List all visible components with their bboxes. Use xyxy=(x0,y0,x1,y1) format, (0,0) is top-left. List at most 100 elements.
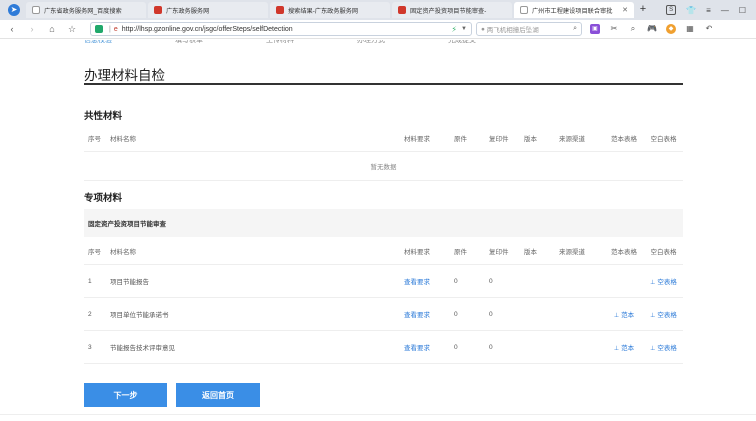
tab-label: 广州市工程建设项目联合审批 xyxy=(532,7,613,15)
tab-label: 固定资产投资项目节能审查- xyxy=(410,7,487,15)
page-favicon-icon xyxy=(520,6,528,14)
col-original: 原件 xyxy=(454,248,467,256)
view-requirement-link[interactable]: 查看要求 xyxy=(404,276,454,286)
row-no: 3 xyxy=(88,343,92,351)
table-header: 序号 材料名称 材料要求 原件 复印件 版本 来源渠道 范本表格 空白表格 xyxy=(84,237,683,265)
shield-badge-icon[interactable]: ◆ xyxy=(666,24,676,34)
step-5: 完成提交 xyxy=(448,40,476,44)
col-no: 序号 xyxy=(88,248,101,256)
row-name: 节能报告技术评审意见 xyxy=(110,345,175,352)
col-blank: 空白表格 xyxy=(650,135,677,143)
tab-baidu-search[interactable]: 广东省政务服务网_百度搜索 xyxy=(26,2,146,18)
tab-label: 广东省政务服务网_百度搜索 xyxy=(44,7,122,15)
row-copy: 0 xyxy=(489,310,493,318)
col-requirement: 材料要求 xyxy=(404,135,430,143)
browser-logo-icon[interactable]: ➤ xyxy=(8,4,20,16)
blank-form-link[interactable]: ⊥ 空表格 xyxy=(644,309,683,319)
row-original: 0 xyxy=(454,343,458,351)
chevron-down-icon[interactable]: ▼ xyxy=(461,26,467,32)
row-name: 项目单位节能承诺书 xyxy=(110,312,169,319)
maximize-icon[interactable]: ☐ xyxy=(739,6,746,15)
tab-gz-joint-approval[interactable]: 广州市工程建设项目联合审批 ✕ xyxy=(514,2,634,18)
blank-form-label: 空表格 xyxy=(657,312,677,319)
star-icon[interactable]: ☆ xyxy=(64,24,80,35)
address-bar[interactable]: | e http://lhsp.gzonline.gov.cn/jsgc/off… xyxy=(90,22,472,36)
col-source: 来源渠道 xyxy=(559,135,585,143)
toolbar-icons: ▣ ✂ ⌕ 🎮 ◆ ▦ ↶ xyxy=(590,24,714,34)
status-bar xyxy=(0,414,756,421)
col-sample: 范本表格 xyxy=(611,248,637,256)
table-row: 3 节能报告技术评审意见 查看要求 0 0 ⊥ 范本 ⊥ 空表格 xyxy=(84,331,683,364)
col-copy: 复印件 xyxy=(489,248,509,256)
compat-mode-icon[interactable]: e xyxy=(114,26,118,33)
search-icon[interactable]: ⌕ xyxy=(573,25,577,33)
common-materials-table: 序号 材料名称 材料要求 原件 复印件 版本 来源渠道 范本表格 空白表格 暂无… xyxy=(84,124,683,181)
zoom-icon[interactable]: ⌕ xyxy=(628,24,638,34)
download-icon: ⊥ xyxy=(650,313,656,319)
browser-search-box[interactable]: ● 两飞机相撞后坠湖 ⌕ xyxy=(476,22,582,36)
col-no: 序号 xyxy=(88,135,101,143)
table-row: 1 项目节能报告 查看要求 0 0 ⊥ 空表格 xyxy=(84,265,683,298)
shield-icon xyxy=(95,25,103,33)
group-name-bar: 固定资产投资项目节能审查 xyxy=(84,209,683,237)
back-arrow-icon[interactable]: ‹ xyxy=(4,24,20,34)
special-materials-title: 专项材料 xyxy=(84,193,123,204)
blank-form-label: 空表格 xyxy=(657,345,677,352)
view-requirement-link[interactable]: 查看要求 xyxy=(404,342,454,352)
return-home-button[interactable]: 返回首页 xyxy=(176,383,260,407)
next-step-button[interactable]: 下一步 xyxy=(84,383,167,407)
badge-s-icon[interactable]: S xyxy=(666,5,677,15)
col-source: 来源渠道 xyxy=(559,248,585,256)
step-1: 信息校验 xyxy=(84,40,112,44)
step-4: 办理方式 xyxy=(357,40,385,44)
extension-icon[interactable]: ▣ xyxy=(590,24,600,34)
tab-strip: ➤ 广东省政务服务网_百度搜索 广东政务服务网 搜索结果-广东政务服务网 固定资… xyxy=(0,0,756,20)
gov-favicon-icon xyxy=(154,6,162,14)
address-toolbar: ‹ › ⌂ ☆ | e http://lhsp.gzonline.gov.cn/… xyxy=(0,20,756,39)
view-requirement-link[interactable]: 查看要求 xyxy=(404,309,454,319)
page-favicon-icon xyxy=(32,6,40,14)
sample-form-link[interactable]: ⊥ 范本 xyxy=(604,342,644,352)
close-icon[interactable]: ✕ xyxy=(622,6,628,14)
game-icon[interactable]: 🎮 xyxy=(647,24,657,34)
scissors-icon[interactable]: ✂ xyxy=(609,24,619,34)
undo-icon[interactable]: ↶ xyxy=(704,24,714,34)
search-placeholder: 两飞机相撞后坠湖 xyxy=(486,27,539,34)
sample-form-link[interactable]: ⊥ 范本 xyxy=(604,309,644,319)
col-sample: 范本表格 xyxy=(611,135,637,143)
row-copy: 0 xyxy=(489,343,493,351)
page-title: 办理材料自检 xyxy=(84,68,165,83)
new-tab-plus-icon[interactable]: + xyxy=(636,3,650,17)
minimize-icon[interactable]: — xyxy=(721,6,729,15)
tab-search-results[interactable]: 搜索结果-广东政务服务网 xyxy=(270,2,390,18)
menu-icon[interactable]: ≡ xyxy=(706,6,711,15)
tab-energy-review[interactable]: 固定资产投资项目节能审查- xyxy=(392,2,512,18)
tab-label: 广东政务服务网 xyxy=(166,7,210,15)
blank-form-link[interactable]: ⊥ 空表格 xyxy=(644,276,683,286)
step-2: 填写表单 xyxy=(175,40,203,44)
row-no: 2 xyxy=(88,310,92,318)
sample-form-label: 范本 xyxy=(621,345,635,352)
gov-favicon-icon xyxy=(276,6,284,14)
download-icon: ⊥ xyxy=(613,313,620,319)
blank-form-link[interactable]: ⊥ 空表格 xyxy=(644,342,683,352)
row-original: 0 xyxy=(454,277,458,285)
col-copy: 复印件 xyxy=(489,135,509,143)
bolt-icon[interactable]: ⚡ xyxy=(451,25,457,34)
tab-label: 搜索结果-广东政务服务网 xyxy=(288,7,359,15)
forward-arrow-icon[interactable]: › xyxy=(24,24,40,34)
special-materials-table: 固定资产投资项目节能审查 序号 材料名称 材料要求 原件 复印件 版本 来源渠道… xyxy=(84,209,683,364)
sample-form-label: 范本 xyxy=(621,312,635,319)
table-row: 2 项目单位节能承诺书 查看要求 0 0 ⊥ 范本 ⊥ 空表格 xyxy=(84,298,683,331)
table-header: 序号 材料名称 材料要求 原件 复印件 版本 来源渠道 范本表格 空白表格 xyxy=(84,124,683,152)
step-progress: 信息校验 填写表单 上传材料 办理方式 完成提交 xyxy=(84,40,539,46)
window-controls: S 👕 ≡ — ☐ xyxy=(666,5,756,15)
home-icon[interactable]: ⌂ xyxy=(44,24,60,34)
tab-gd-gov[interactable]: 广东政务服务网 xyxy=(148,2,268,18)
url-text[interactable]: http://lhsp.gzonline.gov.cn/jsgc/offerSt… xyxy=(122,26,448,33)
gov-favicon-icon xyxy=(398,6,406,14)
shirt-icon[interactable]: 👕 xyxy=(686,6,696,15)
page-content: 信息校验 填写表单 上传材料 办理方式 完成提交 办理材料自检 共性材料 序号 … xyxy=(0,40,756,421)
grid-icon[interactable]: ▦ xyxy=(685,24,695,34)
browser-window: ➤ 广东省政务服务网_百度搜索 广东政务服务网 搜索结果-广东政务服务网 固定资… xyxy=(0,0,756,421)
